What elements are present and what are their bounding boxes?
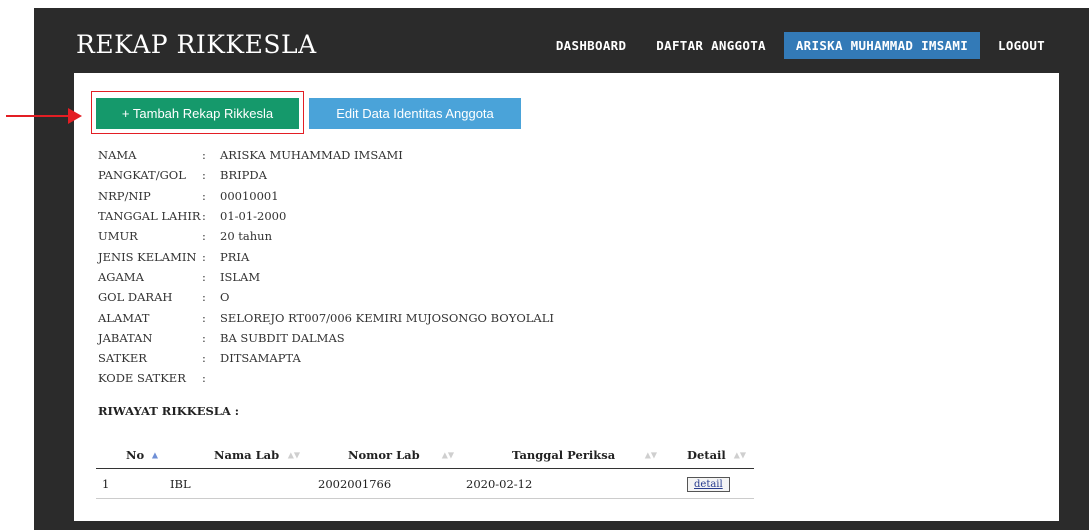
detail-button[interactable]: detail — [687, 476, 730, 492]
nav-profile-user[interactable]: ARISKA MUHAMMAD IMSAMI — [783, 32, 981, 59]
column-header-tanggal-periksa[interactable]: Tanggal Periksa ▲▼ — [462, 448, 665, 462]
cell-tanggal-periksa: 2020-02-12 — [466, 476, 533, 491]
info-colon: : — [202, 209, 206, 224]
sort-both-icon: ▲▼ — [287, 449, 300, 460]
info-label: UMUR — [98, 229, 138, 244]
cell-nama-lab: IBL — [170, 476, 191, 491]
history-table: No ▲ Nama Lab ▲▼ Nomor Lab ▲▼ Tanggal Pe… — [96, 442, 754, 499]
info-value: ISLAM — [220, 269, 261, 284]
info-row-kode-satker: KODE SATKER : — [98, 368, 554, 388]
info-value: BA SUBDIT DALMAS — [220, 330, 345, 345]
profile-info: NAMA : ARISKA MUHAMMAD IMSAMI PANGKAT/GO… — [98, 145, 554, 389]
column-header-nama-lab[interactable]: Nama Lab ▲▼ — [166, 448, 308, 462]
sort-both-icon: ▲▼ — [644, 449, 657, 460]
site-title: REKAP RIKKESLA — [76, 30, 317, 59]
info-value: PRIA — [220, 249, 250, 264]
info-value: BRIPDA — [220, 168, 267, 183]
top-nav: DASHBOARD DAFTAR ANGGOTA ARISKA MUHAMMAD… — [538, 32, 1057, 59]
sort-both-icon: ▲▼ — [733, 449, 746, 460]
edit-identity-button[interactable]: Edit Data Identitas Anggota — [309, 98, 521, 129]
cell-nomor-lab: 2002001766 — [318, 476, 392, 491]
info-label: KODE SATKER — [98, 371, 186, 386]
info-row-agama: AGAMA : ISLAM — [98, 267, 554, 287]
nav-daftar-anggota[interactable]: DAFTAR ANGGOTA — [644, 32, 778, 59]
info-row-tanggal-lahir: TANGGAL LAHIR : 01-01-2000 — [98, 206, 554, 226]
column-header-label: No — [126, 448, 145, 462]
sort-both-icon: ▲▼ — [441, 449, 454, 460]
table-header-row: No ▲ Nama Lab ▲▼ Nomor Lab ▲▼ Tanggal Pe… — [96, 442, 754, 469]
info-colon: : — [202, 168, 206, 183]
cell-detail: detail — [665, 476, 754, 492]
info-label: SATKER — [98, 351, 147, 366]
column-header-no[interactable]: No ▲ — [96, 448, 166, 462]
info-label: AGAMA — [98, 269, 144, 284]
info-colon: : — [202, 269, 206, 284]
info-colon: : — [202, 249, 206, 264]
nav-dashboard[interactable]: DASHBOARD — [544, 32, 638, 59]
info-colon: : — [202, 229, 206, 244]
info-value: O — [220, 290, 230, 305]
info-colon: : — [202, 290, 206, 305]
info-value: DITSAMAPTA — [220, 351, 301, 366]
info-colon: : — [202, 330, 206, 345]
column-header-label: Nomor Lab — [348, 448, 420, 462]
history-section-title: RIWAYAT RIKKESLA : — [98, 404, 240, 418]
column-header-label: Nama Lab — [214, 448, 280, 462]
info-value: 00010001 — [220, 188, 279, 203]
info-colon: : — [202, 371, 206, 386]
info-row-alamat: ALAMAT : SELOREJO RT007/006 KEMIRI MUJOS… — [98, 307, 554, 327]
info-label: NRP/NIP — [98, 188, 151, 203]
column-header-detail[interactable]: Detail ▲▼ — [665, 448, 754, 462]
info-value: 01-01-2000 — [220, 209, 287, 224]
info-value: 20 tahun — [220, 229, 272, 244]
table-row: 1 IBL 2002001766 2020-02-12 detail — [96, 469, 754, 499]
info-label: JENIS KELAMIN — [98, 249, 197, 264]
info-colon: : — [202, 148, 206, 163]
info-row-nrp: NRP/NIP : 00010001 — [98, 186, 554, 206]
annotation-arrow-line — [6, 115, 70, 117]
info-label: PANGKAT/GOL — [98, 168, 186, 183]
info-row-pangkat: PANGKAT/GOL : BRIPDA — [98, 165, 554, 185]
info-label: TANGGAL LAHIR — [98, 209, 201, 224]
info-label: GOL DARAH — [98, 290, 173, 305]
cell-no: 1 — [102, 476, 110, 491]
info-colon: : — [202, 351, 206, 366]
add-rekap-button[interactable]: + Tambah Rekap Rikkesla — [96, 98, 299, 129]
info-label: JABATAN — [98, 330, 153, 345]
info-colon: : — [202, 310, 206, 325]
info-label: NAMA — [98, 148, 137, 163]
info-row-jenis-kelamin: JENIS KELAMIN : PRIA — [98, 246, 554, 266]
info-colon: : — [202, 188, 206, 203]
column-header-label: Tanggal Periksa — [512, 448, 616, 462]
info-row-jabatan: JABATAN : BA SUBDIT DALMAS — [98, 328, 554, 348]
column-header-nomor-lab[interactable]: Nomor Lab ▲▼ — [308, 448, 462, 462]
sort-asc-icon: ▲ — [151, 449, 158, 460]
column-header-label: Detail — [687, 448, 726, 462]
info-value: SELOREJO RT007/006 KEMIRI MUJOSONGO BOYO… — [220, 310, 554, 325]
info-label: ALAMAT — [98, 310, 150, 325]
info-row-satker: SATKER : DITSAMAPTA — [98, 348, 554, 368]
info-value: ARISKA MUHAMMAD IMSAMI — [220, 148, 403, 163]
info-row-umur: UMUR : 20 tahun — [98, 226, 554, 246]
info-row-nama: NAMA : ARISKA MUHAMMAD IMSAMI — [98, 145, 554, 165]
info-row-gol-darah: GOL DARAH : O — [98, 287, 554, 307]
annotation-arrow-icon — [68, 108, 82, 124]
nav-logout[interactable]: LOGOUT — [986, 32, 1057, 59]
